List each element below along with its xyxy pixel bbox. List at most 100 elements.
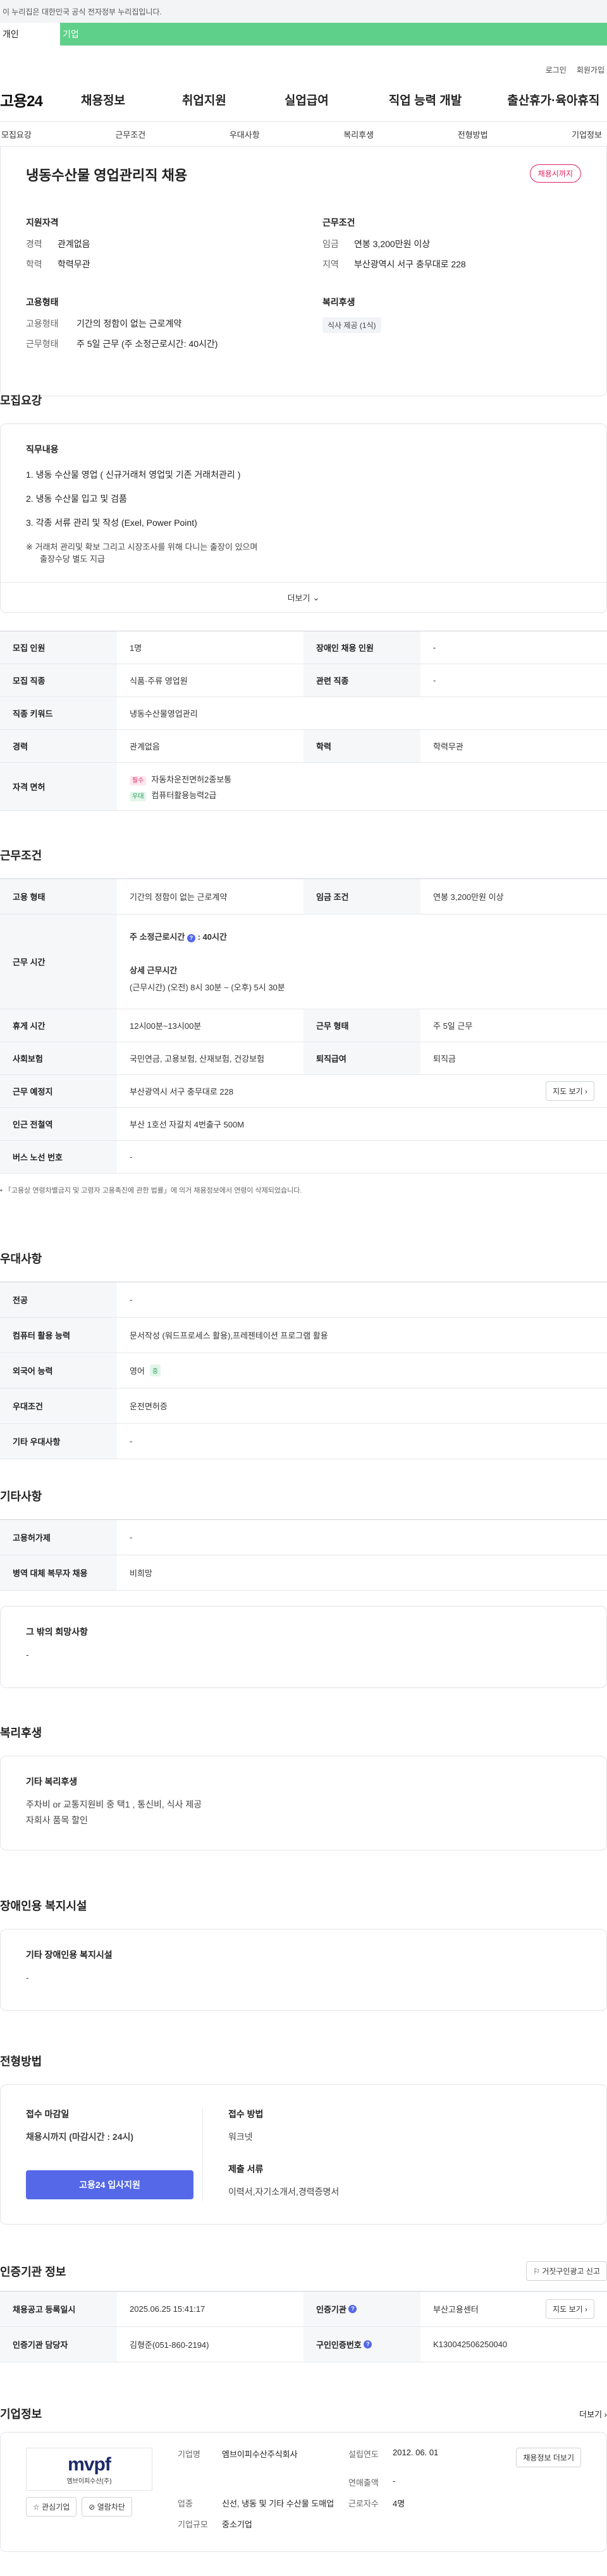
preferred-tag: 우대 [130,791,147,801]
table-row: 인근 전철역 부산 1호선 자갈치 4번출구 500M [0,1108,607,1141]
benefit-box-heading: 기타 복리후생 [26,1777,78,1787]
block-company-button[interactable]: ⊘ 열람차단 [82,2497,132,2517]
size-value: 중소기업 [222,2520,252,2529]
section-nav-recruit[interactable]: 모집요강 [1,128,32,140]
company-jobs-button[interactable]: 채용정보 더보기 [516,2448,581,2467]
info-icon[interactable]: ? [364,2340,372,2348]
signup-link[interactable]: 회원가입 [577,64,604,75]
pref-etc-label: 기타 우대사항 [0,1424,117,1459]
tab-corp[interactable]: 기업 [60,23,607,46]
section-nav-pref[interactable]: 우대사항 [230,128,260,140]
nav-item-unemployment[interactable]: 실업급여 [285,91,329,108]
docs-value: 이력서,자기소개서,경력증명서 [228,2186,340,2197]
table-row: 기타 우대사항 - [0,1424,607,1459]
info-icon[interactable]: ? [348,2305,357,2313]
map-button[interactable]: 지도 보기 › [546,1081,594,1101]
apply-button[interactable]: 고용24 입사지원 [26,2170,193,2199]
conditions-heading: 근무조건 [322,217,355,228]
table-row: 인증기관 담당자 김형준(051-860-2194) 구인인증번호 ? K13004… [0,2327,607,2362]
emp-type-value: 기간의 정함이 없는 근로계약 [77,319,182,329]
disabled-value: - [433,643,436,652]
tab-person[interactable]: 개인 [0,23,60,46]
emp-type-label: 고용형태 [26,319,59,329]
recruit-section: 모집요강 직무내용 1. 냉동 수산물 영업 ( 신규거래처 영업및 기존 거래… [0,392,607,811]
table-row: 우대조건 운전면허증 [0,1388,607,1424]
table-row: 휴게 시간 12시00분~13시00분 근무 형태 주 5일 근무 [0,1009,607,1042]
table-row: 버스 노선 번호 - [0,1141,607,1174]
severance-value: 퇴직금 [433,1054,456,1064]
section-nav-benefit[interactable]: 복리후생 [343,128,374,140]
nav-item-support[interactable]: 취업지원 [182,91,226,108]
military-value: 비희망 [130,1569,152,1578]
more-label: 더보기 [287,593,310,603]
cond-wage-label: 임금 [322,239,339,249]
edu-label: 학력 [304,730,420,762]
section-nav-work[interactable]: 근무조건 [115,128,145,140]
table-row: 직종 키워드 냉동수산물영업관리 [0,697,607,730]
benefit-line-1: 주차비 or 교통지원비 중 택1 , 통신비, 식사 제공 [26,1799,202,1809]
nav-item-jobs[interactable]: 채용정보 [81,91,125,108]
pref-etc-value: - [130,1437,133,1446]
table-row: 근무 예정지 부산광역시 서구 충무대로 228 지도 보기 › [0,1075,607,1108]
job-title: 냉동수산물 영업관리직 채용 [26,167,188,183]
sales-label: 연매출액 [348,2478,379,2488]
hope-value: - [26,1649,29,1660]
more-button[interactable]: 더보기 ⌄ [1,582,606,612]
favorite-company-button[interactable]: ☆ 관심기업 [26,2497,77,2517]
pref-section: 우대사항 전공 - 컴퓨터 활용 능력 문서작성 (워드프로세스 활용),프레젠테이… [0,1250,607,1459]
table-row: 병역 대체 복무자 채용 비희망 [0,1555,607,1591]
site-logo[interactable]: 고용24 [0,88,73,111]
nav-item-leave[interactable]: 출산휴가·육아휴직 [507,91,599,108]
hours-detail-value: (근무시간) (오전) 8시 30분 ~ (오후) 5시 30분 [130,983,285,992]
work-table: 고용 형태 기간의 정함이 없는 근로계약 임금 조건 연봉 3,200만원 이상 … [0,878,607,1174]
biz-label: 업종 [178,2499,193,2508]
star-icon: ☆ [33,2503,40,2512]
permit-label: 고용허가제 [0,1520,117,1555]
table-row: 사회보험 국민연금, 고용보험, 산재보험, 건강보험 퇴직급여 퇴직금 [0,1042,607,1075]
cert-heading: 인증기관 정보 [0,2265,66,2278]
benefit-section: 복리후생 기타 복리후생 주차비 or 교통지원비 중 택1 , 통신비, 식사… [0,1724,607,1850]
nav-item-training[interactable]: 직업 능력 개발 [389,91,462,108]
report-button[interactable]: ⚐ 거짓구인광고 신고 [526,2261,607,2281]
duty-note: ※ 거래처 관리및 확보 그리고 시장조사를 위해 다니는 출장이 있으며 [26,542,258,552]
table-row: 전공 - [0,1282,607,1318]
related-value: - [433,676,436,685]
keyword-value: 냉동수산물영업관리 [130,709,198,719]
section-nav-process[interactable]: 전형방법 [458,128,488,140]
table-row: 모집 인원 1명 장애인 채용 인원 - [0,631,607,664]
company-more-link[interactable]: 더보기 › [579,2408,607,2420]
deadline-value: 채용시까지 (마감시간 : 24시) [26,2132,134,2142]
lang-label: 외국어 능력 [0,1353,117,1388]
company-name-label: 기업명 [178,2450,200,2459]
deadline-badge: 채용시까지 [529,164,581,183]
employment-heading: 고용형태 [26,297,59,307]
manager-value: 김형준(051-860-2194) [130,2340,209,2350]
org-value: 부산고용센터 [433,2305,479,2314]
lang-value: 영어 [130,1366,145,1376]
pref-table: 전공 - 컴퓨터 활용 능력 문서작성 (워드프로세스 활용),프레젠테이션 프로그… [0,1282,607,1459]
benefit-box: 기타 복리후생 주차비 or 교통지원비 중 택1 , 통신비, 식사 제공 자… [0,1756,607,1850]
login-link[interactable]: 로그인 [546,64,567,75]
est-label: 설립연도 [348,2450,379,2459]
facility-box: 기타 장애인용 복지시설 - [0,1929,607,2011]
subway-value: 부산 1호선 자갈치 4번출구 500M [130,1120,245,1129]
est-value: 2012. 06. 01 [393,2448,439,2457]
report-icon: ⚐ [533,2267,540,2276]
info-icon[interactable]: ? [187,934,195,942]
bus-value: - [130,1152,133,1162]
qual-career-value: 관계없음 [58,239,90,249]
count-label: 모집 인원 [0,631,117,664]
docs-heading: 제출 서류 [228,2163,264,2174]
process-section: 전형방법 접수 마감일 채용시까지 (마감시간 : 24시) 고용24 입사지원… [0,2053,607,2225]
deadline-heading: 접수 마감일 [26,2109,70,2119]
pc-label: 컴퓨터 활용 능력 [0,1318,117,1352]
hours-main-label: 주 소정근로시간 [130,932,185,942]
process-heading: 전형방법 [0,2055,42,2068]
duty-item-2: 2. 냉동 수산물 입고 및 검품 [26,494,127,504]
table-row: 모집 직종 식품·주류 영업원 관련 직종 - [0,664,607,697]
section-nav-company[interactable]: 기업정보 [572,128,602,140]
license-2: 컴퓨터활용능력2급 [151,790,217,800]
org-map-button[interactable]: 지도 보기 › [546,2299,594,2319]
qual-edu-label: 학력 [26,259,42,269]
gov-notice-text: 이 누리집은 대한민국 공식 전자정부 누리집입니다. [3,7,162,16]
